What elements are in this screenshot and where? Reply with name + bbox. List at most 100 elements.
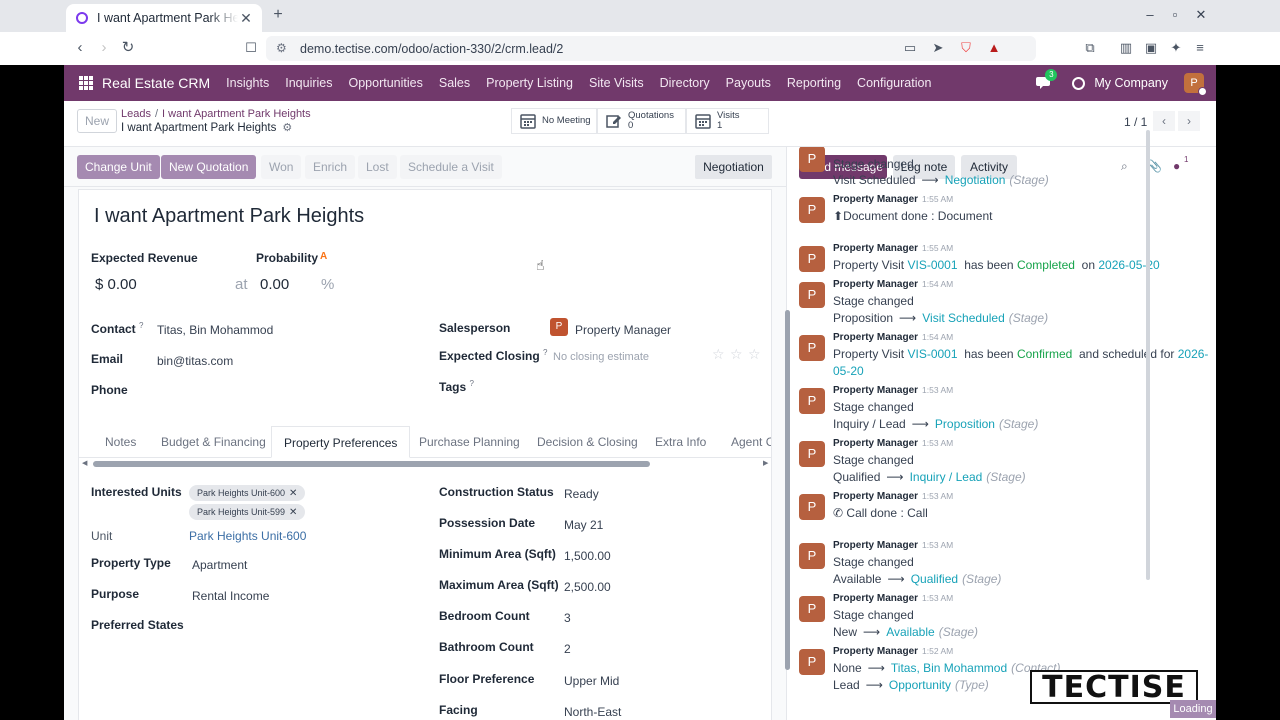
new-quotation-button[interactable]: New Quotation <box>161 155 257 179</box>
change-unit-button[interactable]: Change Unit <box>77 155 160 179</box>
priority-star-icon[interactable]: ☆ <box>730 346 743 363</box>
cast-icon[interactable]: ▭ <box>902 40 918 56</box>
tab-purchase-planning[interactable]: Purchase Planning <box>419 426 520 458</box>
screenshot-icon[interactable]: ⧉ <box>1082 40 1098 56</box>
app-brand[interactable]: Real Estate CRM <box>102 75 210 91</box>
tab-agent-commission[interactable]: Agent Co <box>731 426 771 458</box>
stage-negotiation[interactable]: Negotiation <box>695 155 772 179</box>
author-name[interactable]: Property Manager <box>833 385 918 396</box>
chat-icon[interactable]: 3 <box>1036 69 1058 90</box>
visit-reference-link[interactable]: VIS-0001 <box>907 258 957 272</box>
share-icon[interactable]: ➤ <box>930 40 946 56</box>
reload-icon[interactable]: ↻ <box>120 40 136 56</box>
help-icon[interactable]: ? <box>543 348 547 357</box>
menu-payouts[interactable]: Payouts <box>726 76 771 90</box>
menu-directory[interactable]: Directory <box>660 76 710 90</box>
author-name[interactable]: Property Manager <box>833 194 918 205</box>
user-avatar[interactable]: P <box>1184 73 1207 96</box>
priority-star-icon[interactable]: ☆ <box>712 346 725 363</box>
author-name[interactable]: Property Manager <box>833 243 918 254</box>
back-icon[interactable]: ‹ <box>72 40 88 56</box>
sidebar-icon[interactable]: ▥ <box>1118 40 1134 56</box>
browser-menu-icon[interactable]: ≡ <box>1192 40 1208 56</box>
possession-date-field[interactable]: May 21 <box>564 518 603 532</box>
enrich-button[interactable]: Enrich <box>305 155 356 179</box>
max-area-field[interactable]: 2,500.00 <box>564 580 611 594</box>
close-tab-icon[interactable]: ✕ <box>238 10 254 27</box>
ai-icon[interactable]: A <box>320 251 327 262</box>
pager-previous-icon[interactable]: ‹ <box>1153 111 1175 131</box>
site-info-icon[interactable]: ⚙ <box>276 41 287 55</box>
author-name[interactable]: Property Manager <box>833 491 918 502</box>
scroll-left-icon[interactable]: ◀ <box>82 459 87 467</box>
construction-status-field[interactable]: Ready <box>564 487 599 501</box>
tabs-scrollbar[interactable]: ◀ ▶ <box>79 459 771 469</box>
menu-configuration[interactable]: Configuration <box>857 76 931 90</box>
menu-site-visits[interactable]: Site Visits <box>589 76 644 90</box>
author-name[interactable]: Property Manager <box>833 279 918 290</box>
menu-reporting[interactable]: Reporting <box>787 76 841 90</box>
scroll-right-icon[interactable]: ▶ <box>763 459 768 467</box>
breadcrumb-lead[interactable]: I want Apartment Park Heights <box>162 108 311 120</box>
author-name[interactable]: Property Manager <box>833 593 918 604</box>
expected-revenue-input[interactable]: $ 0.00 <box>95 276 137 293</box>
breadcrumb-leads[interactable]: Leads <box>121 108 151 120</box>
bookmark-icon[interactable]: ☐ <box>243 40 259 56</box>
min-area-field[interactable]: 1,500.00 <box>564 549 611 563</box>
tab-budget-financing[interactable]: Budget & Financing <box>161 426 266 458</box>
visits-smart-button[interactable]: Visits 1 <box>686 108 769 134</box>
probability-input[interactable]: 0.00 <box>260 276 289 293</box>
remove-tag-icon[interactable]: ✕ <box>289 488 297 499</box>
author-name[interactable]: Property Manager <box>833 646 918 657</box>
gear-icon[interactable]: ⚙ <box>282 121 292 134</box>
brave-rewards-icon[interactable]: ▲ <box>986 40 1002 56</box>
form-scroll-thumb[interactable] <box>785 310 790 670</box>
floor-preference-field[interactable]: Upper Mid <box>564 674 619 688</box>
expected-closing-input[interactable]: No closing estimate <box>553 351 649 363</box>
bathroom-count-field[interactable]: 2 <box>564 642 571 656</box>
address-bar[interactable]: ⚙ demo.tectise.com/odoo/action-330/2/crm… <box>266 36 1036 61</box>
help-icon[interactable]: ? <box>469 379 473 388</box>
chatter-scroll-thumb[interactable] <box>1146 130 1150 580</box>
tab-property-preferences[interactable]: Property Preferences <box>271 426 411 458</box>
meeting-smart-button[interactable]: No Meeting <box>511 108 597 134</box>
remove-tag-icon[interactable]: ✕ <box>289 507 297 518</box>
salesperson-field[interactable]: Property Manager <box>575 323 671 337</box>
activity-clock-icon[interactable] <box>1072 76 1086 90</box>
wallet-icon[interactable]: ▣ <box>1143 40 1159 56</box>
schedule-visit-button[interactable]: Schedule a Visit <box>400 155 502 179</box>
extensions-icon[interactable]: ✦ <box>1168 40 1184 56</box>
menu-insights[interactable]: Insights <box>226 76 269 90</box>
menu-inquiries[interactable]: Inquiries <box>285 76 332 90</box>
won-button[interactable]: Won <box>261 155 302 179</box>
tabs-scroll-thumb[interactable] <box>93 461 650 467</box>
pager-next-icon[interactable]: › <box>1178 111 1200 131</box>
menu-property-listing[interactable]: Property Listing <box>486 76 573 90</box>
apps-menu-icon[interactable] <box>79 76 93 90</box>
pager-value[interactable]: 1 / 1 <box>1124 115 1147 129</box>
menu-sales[interactable]: Sales <box>439 76 470 90</box>
forward-icon[interactable]: › <box>96 40 112 56</box>
browser-tab[interactable]: I want Apartment Park Heights ✕ <box>66 4 262 32</box>
author-name[interactable]: Property Manager <box>833 438 918 449</box>
unit-field[interactable]: Park Heights Unit-600 <box>189 529 306 543</box>
company-switcher[interactable]: My Company <box>1094 76 1168 90</box>
visit-reference-link[interactable]: VIS-0001 <box>907 347 957 361</box>
chatter-scrollbar[interactable] <box>1146 130 1152 655</box>
bedroom-count-field[interactable]: 3 <box>564 611 571 625</box>
quotations-smart-button[interactable]: Quotations 0 <box>597 108 686 134</box>
tab-decision-closing[interactable]: Decision & Closing <box>537 426 638 458</box>
help-icon[interactable]: ? <box>139 321 143 330</box>
brave-shield-icon[interactable]: ⛉ <box>958 40 974 56</box>
tab-notes[interactable]: Notes <box>105 426 136 458</box>
lost-button[interactable]: Lost <box>358 155 397 179</box>
purpose-field[interactable]: Rental Income <box>192 589 269 603</box>
tab-extra-info[interactable]: Extra Info <box>655 426 706 458</box>
minimize-icon[interactable]: – <box>1143 8 1157 22</box>
facing-field[interactable]: North-East <box>564 705 621 719</box>
email-field[interactable]: bin@titas.com <box>157 354 233 368</box>
priority-star-icon[interactable]: ☆ <box>748 346 761 363</box>
property-type-field[interactable]: Apartment <box>192 558 247 572</box>
new-button[interactable]: New <box>77 109 117 133</box>
menu-opportunities[interactable]: Opportunities <box>349 76 423 90</box>
